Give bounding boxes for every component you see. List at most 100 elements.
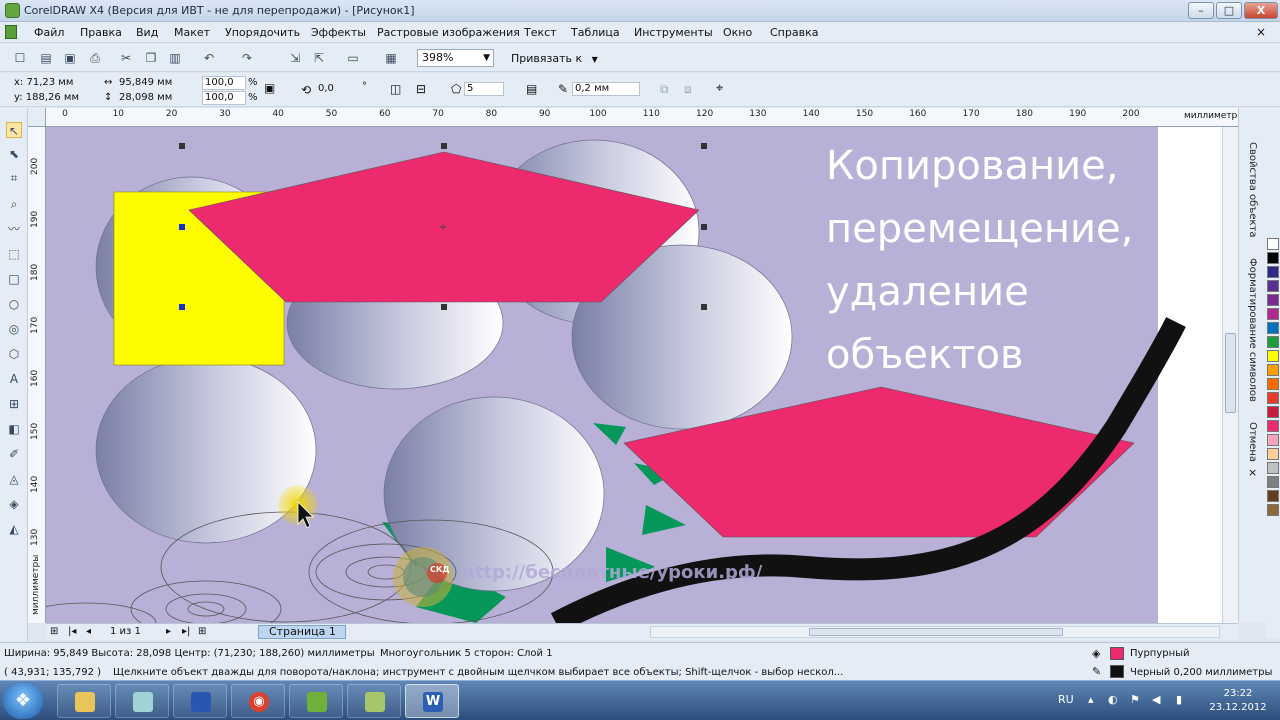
freehand-tool-icon[interactable]: 〰: [6, 221, 22, 237]
drawing-canvas[interactable]: Копирование, перемещение, удаление объек…: [46, 127, 1238, 623]
docker-close-icon[interactable]: ×: [1248, 466, 1257, 479]
minimize-button[interactable]: –: [1188, 2, 1214, 19]
vertical-ruler[interactable]: миллиметры 200 190 180 170 160 150 140 130: [28, 127, 46, 623]
menu-bitmaps[interactable]: Растровые изображения: [377, 26, 520, 39]
taskbar-explorer[interactable]: [57, 684, 111, 718]
palette-swatch[interactable]: [1267, 434, 1279, 446]
last-page-icon[interactable]: ▸|: [182, 626, 190, 637]
go-to-first-page-icon[interactable]: |◂: [68, 626, 76, 637]
mirror-horizontal-icon[interactable]: ◫: [390, 82, 401, 96]
menu-window[interactable]: Окно: [723, 26, 752, 39]
menu-table[interactable]: Таблица: [571, 26, 620, 39]
palette-swatch[interactable]: [1267, 308, 1279, 320]
scale-y-field[interactable]: 100,0: [202, 91, 246, 105]
menu-help[interactable]: Справка: [770, 26, 818, 39]
horizontal-scrollbar[interactable]: [650, 626, 1220, 638]
previous-page-icon[interactable]: ◂: [86, 626, 91, 637]
to-back-icon[interactable]: ⧈: [684, 82, 692, 97]
taskbar-chrome[interactable]: ◉: [231, 684, 285, 718]
add-page-icon[interactable]: ⊞: [198, 626, 206, 637]
height-field[interactable]: 28,098 мм: [119, 92, 172, 103]
docker-tab-object-properties[interactable]: Свойства объекта: [1247, 142, 1258, 238]
fill-color-swatch[interactable]: [1110, 647, 1124, 660]
palette-swatch[interactable]: [1267, 504, 1279, 516]
save-icon[interactable]: ▣: [62, 50, 78, 66]
palette-swatch[interactable]: [1267, 364, 1279, 376]
palette-swatch[interactable]: [1267, 406, 1279, 418]
scale-x-field[interactable]: 100,0: [202, 76, 246, 90]
palette-swatch[interactable]: [1267, 252, 1279, 264]
new-document-icon[interactable]: ☐: [12, 50, 28, 66]
vertical-scrollbar-thumb[interactable]: [1225, 333, 1236, 413]
horizontal-ruler[interactable]: 0 10 20 30 40 50 60 70 80 90 100 110 120 130 140 150 160…: [46, 108, 1238, 127]
rotation-angle-field[interactable]: 0,0: [315, 82, 359, 96]
zoom-level-select[interactable]: 398% ▼: [417, 49, 494, 67]
docker-tab-undo[interactable]: Отмена: [1247, 422, 1258, 462]
palette-swatch[interactable]: [1267, 462, 1279, 474]
palette-swatch[interactable]: [1267, 476, 1279, 488]
palette-swatch[interactable]: [1267, 280, 1279, 292]
taskbar-corel-capture[interactable]: [347, 684, 401, 718]
taskbar-save-app[interactable]: [173, 684, 227, 718]
menu-text[interactable]: Текст: [524, 26, 557, 39]
heading-text-block[interactable]: Копирование, перемещение, удаление объек…: [826, 135, 1133, 387]
maximize-button[interactable]: □: [1216, 2, 1242, 19]
close-window-button[interactable]: X: [1244, 2, 1278, 19]
application-launcher-icon[interactable]: ▭: [345, 50, 361, 66]
taskbar-notepad[interactable]: [115, 684, 169, 718]
open-folder-icon[interactable]: ▤: [38, 50, 54, 66]
network-icon[interactable]: ▮: [1176, 693, 1182, 706]
print-icon[interactable]: ⎙: [87, 50, 103, 66]
outline-pen-icon[interactable]: ✎: [1092, 665, 1101, 678]
palette-swatch[interactable]: [1267, 294, 1279, 306]
polygon-sides-field[interactable]: 5: [464, 82, 504, 96]
menu-layout[interactable]: Макет: [174, 26, 210, 39]
palette-swatch[interactable]: [1267, 238, 1279, 250]
first-page-icon[interactable]: ⊞: [50, 626, 58, 637]
to-front-icon[interactable]: ⧉: [660, 82, 669, 97]
crop-tool-icon[interactable]: ⌗: [6, 170, 22, 186]
rectangle-tool-icon[interactable]: □: [6, 271, 22, 287]
lock-ratio-icon[interactable]: ▣: [264, 81, 275, 95]
menu-edit[interactable]: Правка: [80, 26, 122, 39]
fill-bucket-icon[interactable]: ◈: [1092, 647, 1100, 660]
wrap-text-icon[interactable]: ▤: [526, 82, 537, 96]
ellipse-tool-icon[interactable]: ○: [6, 296, 22, 312]
palette-swatch[interactable]: [1267, 448, 1279, 460]
table-tool-icon[interactable]: ⊞: [6, 396, 22, 412]
palette-swatch[interactable]: [1267, 322, 1279, 334]
convert-to-curves-icon[interactable]: ⌖: [716, 81, 723, 96]
menu-tools[interactable]: Инструменты: [634, 26, 713, 39]
welcome-screen-icon[interactable]: ▦: [383, 50, 399, 66]
undo-icon[interactable]: ↶: [201, 50, 217, 66]
export-icon[interactable]: ⇱: [311, 50, 327, 66]
palette-swatch[interactable]: [1267, 420, 1279, 432]
volume-icon[interactable]: ◀: [1152, 693, 1160, 706]
close-document-icon[interactable]: ×: [1256, 25, 1266, 39]
menu-effects[interactable]: Эффекты: [311, 26, 366, 39]
outline-width-select[interactable]: 0,2 мм: [572, 82, 640, 96]
system-clock[interactable]: 23:22 23.12.2012: [1206, 687, 1270, 715]
palette-swatch[interactable]: [1267, 378, 1279, 390]
tray-app-icon[interactable]: ◐: [1108, 693, 1118, 706]
spiral-tool-icon[interactable]: ◎: [6, 321, 22, 337]
fill-tool-icon[interactable]: ◈: [6, 496, 22, 512]
x-position-field[interactable]: x: 71,23 мм: [14, 77, 73, 88]
palette-swatch[interactable]: [1267, 266, 1279, 278]
outline-color-swatch[interactable]: [1110, 665, 1124, 678]
menu-arrange[interactable]: Упорядочить: [225, 26, 300, 39]
document-icon[interactable]: [5, 25, 17, 39]
menu-view[interactable]: Вид: [136, 26, 158, 39]
mirror-vertical-icon[interactable]: ⊟: [416, 82, 426, 96]
y-position-field[interactable]: y: 188,26 мм: [14, 92, 79, 103]
next-page-icon[interactable]: ▸: [166, 626, 171, 637]
palette-swatch[interactable]: [1267, 392, 1279, 404]
docker-tab-character-formatting[interactable]: Форматирование символов: [1247, 258, 1258, 402]
taskbar-word[interactable]: W: [405, 684, 459, 718]
shape-tool-icon[interactable]: ⬉: [6, 146, 22, 162]
ruler-origin[interactable]: [28, 108, 46, 127]
coreldraw-app-icon[interactable]: [5, 3, 20, 18]
interactive-blend-tool-icon[interactable]: ◧: [6, 421, 22, 437]
import-icon[interactable]: ⇲: [287, 50, 303, 66]
snap-to-dropdown[interactable]: Привязать к ▼: [511, 52, 598, 65]
